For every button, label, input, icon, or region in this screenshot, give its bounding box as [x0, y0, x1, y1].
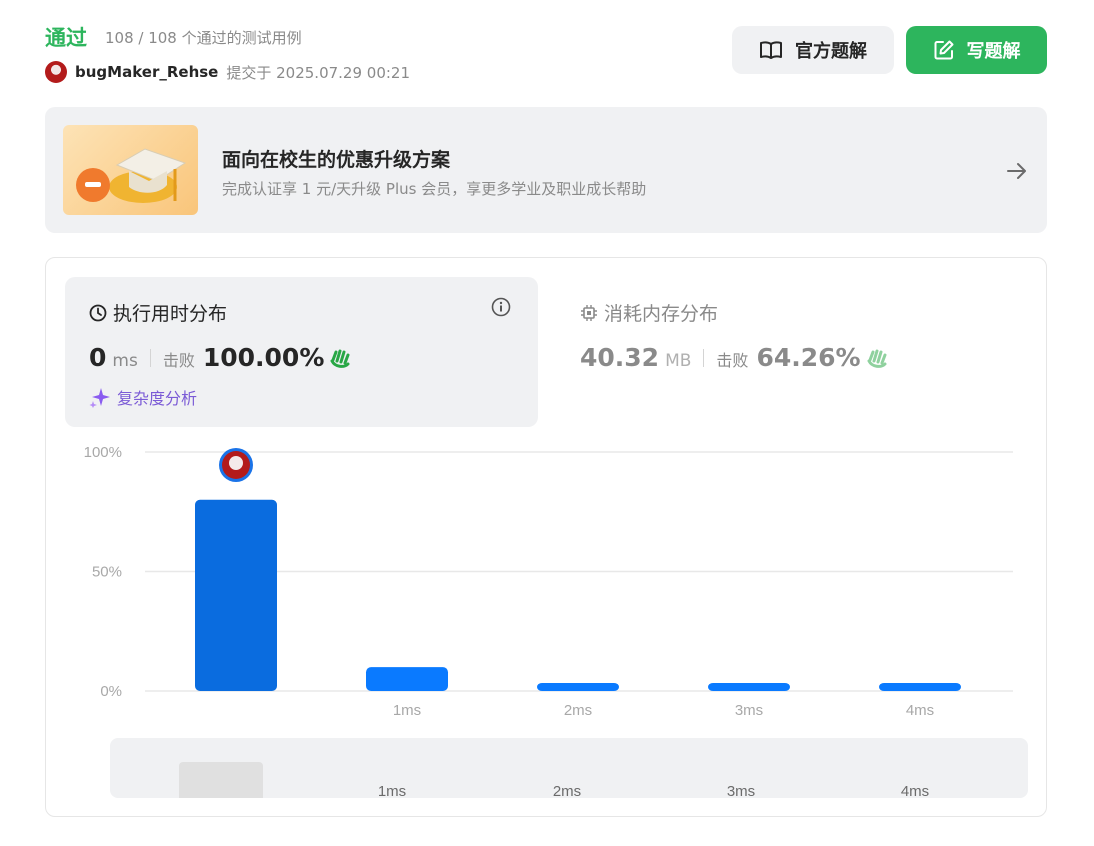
submit-time: 提交于 2025.07.29 00:21: [226, 63, 411, 82]
mini-bar: [179, 762, 263, 798]
book-icon: [760, 41, 782, 59]
bar[interactable]: [879, 683, 961, 691]
y-tick-label: 50%: [92, 564, 122, 581]
write-solution-label: 写题解: [966, 41, 1021, 62]
avatar-face: [229, 456, 243, 470]
mini-tick-label: 2ms: [553, 783, 581, 798]
bar[interactable]: [366, 667, 448, 691]
x-tick-label: 4ms: [906, 702, 934, 719]
mini-tick-label: 4ms: [901, 783, 929, 798]
mini-distribution-chart: 1ms 2ms 3ms 4ms: [179, 762, 929, 798]
official-solution-label: 官方题解: [795, 41, 867, 62]
avatar[interactable]: [45, 61, 67, 83]
y-tick-label: 100%: [84, 444, 122, 461]
runtime-distribution-chart: 100% 50% 0% 1ms 2ms 3ms 4ms: [84, 444, 1013, 719]
x-tick-label: 3ms: [735, 702, 763, 719]
edit-icon: [934, 40, 953, 60]
official-solution-button[interactable]: 官方题解: [732, 26, 894, 74]
graduation-cap-illustration: [63, 125, 198, 215]
student-promo-banner[interactable]: 面向在校生的优惠升级方案 完成认证享 1 元/天升级 Plus 会员，享更多学业…: [45, 107, 1047, 233]
username-link[interactable]: bugMaker_Rehse: [75, 63, 218, 81]
x-tick-label: 1ms: [393, 702, 421, 719]
mini-tick-label: 3ms: [727, 783, 755, 798]
bar[interactable]: [537, 683, 619, 691]
mini-tick-label: 1ms: [378, 783, 406, 798]
test-cases-passed: 108 / 108 个通过的测试用例: [105, 29, 302, 47]
submitter-row: bugMaker_Rehse 提交于 2025.07.29 00:21: [45, 60, 410, 84]
write-solution-button[interactable]: 写题解: [906, 26, 1047, 74]
chart-range-navigator[interactable]: 1ms 2ms 3ms 4ms: [110, 738, 1028, 798]
bar[interactable]: [708, 683, 790, 691]
x-tick-label: 2ms: [564, 702, 592, 719]
submission-status: 通过: [45, 26, 87, 50]
promo-title: 面向在校生的优惠升级方案: [222, 149, 451, 171]
bar[interactable]: [195, 499, 277, 691]
arrow-right-icon[interactable]: [1005, 159, 1029, 183]
promo-subtitle: 完成认证享 1 元/天升级 Plus 会员，享更多学业及职业成长帮助: [222, 180, 647, 198]
y-tick-label: 0%: [100, 683, 122, 700]
performance-panel: 执行用时分布 0 ms 击败 100.00% 复杂度分析 消耗内存分布 40.3…: [45, 257, 1047, 817]
